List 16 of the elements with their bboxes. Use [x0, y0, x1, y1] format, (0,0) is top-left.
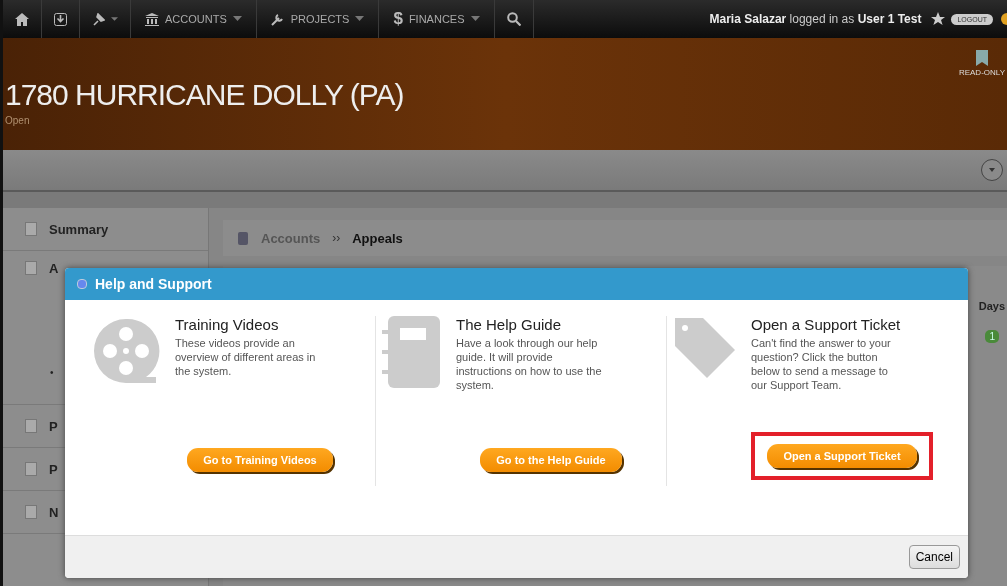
dollar-icon: $	[393, 9, 403, 29]
user-status-text: Maria Salazar logged in as User 1 Test	[709, 12, 922, 26]
card-description: These videos provide an overview of different areas in the system.	[175, 336, 317, 378]
bullet: •	[50, 367, 54, 378]
count-badge: 1	[985, 330, 999, 343]
record-title: 1780 HURRICANE DOLLY (PA)	[5, 78, 404, 112]
card-description: Have a look through our help guide. It will provide instructions on how to use the system.	[456, 336, 603, 392]
column-header: Days	[978, 300, 1005, 312]
card-title: Training Videos	[175, 316, 280, 333]
card-title: The Help Guide	[456, 316, 563, 333]
card-title: Open a Support Ticket	[751, 316, 902, 333]
dialog-title: Help and Support	[95, 276, 212, 292]
record-status: Open	[5, 115, 31, 126]
card-description: Can't find the answer to your question? Click the button below to send a message to our Support Team.	[751, 336, 892, 392]
breadcrumb-separator: ››	[332, 231, 341, 245]
read-only-label: READ-ONLY	[958, 68, 1005, 77]
